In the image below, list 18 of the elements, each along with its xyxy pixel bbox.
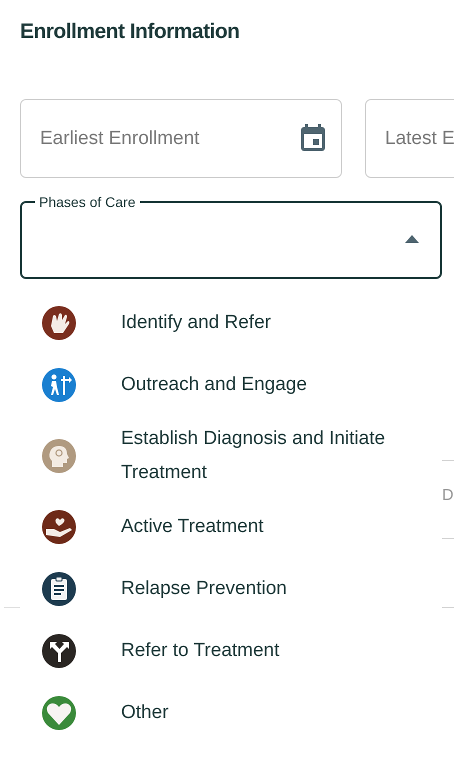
caret-up-icon[interactable] bbox=[405, 235, 419, 243]
section-title: Enrollment Information bbox=[20, 19, 240, 45]
menu-item[interactable]: Establish Diagnosis and Initiate Treatment bbox=[20, 416, 440, 496]
menu-item[interactable]: Refer to Treatment bbox=[20, 620, 440, 682]
menu-item[interactable]: Outreach and Engage bbox=[20, 354, 440, 416]
menu-item[interactable]: Relapse Prevention bbox=[20, 558, 440, 620]
heart-hands-icon bbox=[42, 510, 76, 544]
walking-person-icon bbox=[42, 368, 76, 402]
calendar-icon[interactable] bbox=[300, 124, 326, 152]
date-field[interactable]: Earliest Enrollment bbox=[20, 99, 342, 178]
menu-item[interactable]: Active Treatment bbox=[20, 496, 440, 558]
menu-item[interactable]: Other bbox=[20, 682, 440, 744]
menu-item[interactable]: Identify and Refer bbox=[20, 292, 440, 354]
hand-icon bbox=[42, 306, 76, 340]
date-field[interactable]: Latest E bbox=[365, 99, 454, 178]
background-text: D bbox=[442, 488, 454, 504]
clipboard-icon bbox=[42, 572, 76, 606]
head-question-icon bbox=[42, 439, 76, 473]
